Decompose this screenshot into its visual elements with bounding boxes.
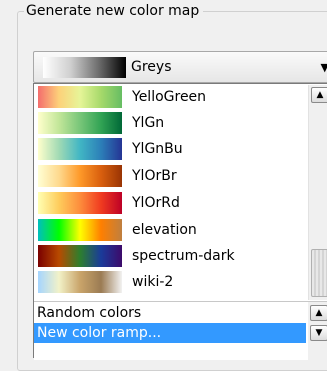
dropdown-arrow-icon[interactable]: ▼: [321, 61, 327, 74]
ramp-item-ylgnbu[interactable]: YlGnBu: [34, 137, 305, 161]
groupbox-title: Generate new color map: [24, 2, 204, 20]
ramp-swatch: [38, 165, 122, 187]
ramp-item-yellogreen[interactable]: YelloGreen: [34, 85, 305, 109]
ramp-swatch: [38, 86, 122, 108]
ramp-label: YlOrBr: [132, 168, 177, 184]
color-ramp-popup: YelloGreen YlGn YlGnBu YlOrBr YlOrRd ele…: [33, 83, 327, 360]
ramp-swatch: [38, 271, 122, 293]
scroll-up-arrow-icon[interactable]: ▲: [311, 87, 327, 103]
greys-swatch: [43, 57, 126, 78]
ramp-label: YlOrRd: [132, 195, 180, 211]
ramp-item-spectrum-dark[interactable]: spectrum-dark: [34, 244, 305, 268]
ramp-swatch: [38, 219, 122, 241]
ramp-item-ylorrd[interactable]: YlOrRd: [34, 191, 305, 215]
special-items-scrollbar[interactable]: ▲ ▼: [308, 302, 327, 360]
ramp-swatch: [38, 192, 122, 214]
scroll-up-arrow-icon[interactable]: ▲: [310, 305, 327, 321]
ramp-list: YelloGreen YlGn YlGnBu YlOrBr YlOrRd ele…: [34, 84, 305, 301]
ramp-label: YlGnBu: [132, 141, 183, 157]
ramp-list-scrollbar[interactable]: ▲: [308, 85, 327, 300]
scrollbar-thumb[interactable]: [311, 249, 327, 297]
ramp-swatch: [38, 138, 122, 160]
ramp-label: YlGn: [132, 115, 165, 131]
combobox-value: Greys: [131, 59, 172, 75]
scroll-down-arrow-icon[interactable]: ▼: [310, 325, 327, 341]
random-colors-item[interactable]: Random colors: [34, 303, 306, 323]
ramp-label: elevation: [132, 222, 197, 238]
ramp-swatch: [38, 245, 122, 267]
ramp-label: wiki-2: [132, 274, 174, 290]
ramp-item-ylgn[interactable]: YlGn: [34, 111, 305, 135]
ramp-label: YelloGreen: [132, 89, 207, 105]
ramp-label: spectrum-dark: [132, 248, 235, 264]
ramp-swatch: [38, 112, 122, 134]
ramp-item-ylorbr[interactable]: YlOrBr: [34, 164, 305, 188]
special-items-list: Random colors New color ramp... ▲ ▼: [34, 301, 327, 360]
ramp-item-wiki-2[interactable]: wiki-2: [34, 270, 305, 294]
new-color-ramp-item[interactable]: New color ramp...: [34, 323, 306, 343]
ramp-item-elevation[interactable]: elevation: [34, 218, 305, 242]
color-ramp-combobox[interactable]: Greys ▼: [33, 51, 327, 83]
